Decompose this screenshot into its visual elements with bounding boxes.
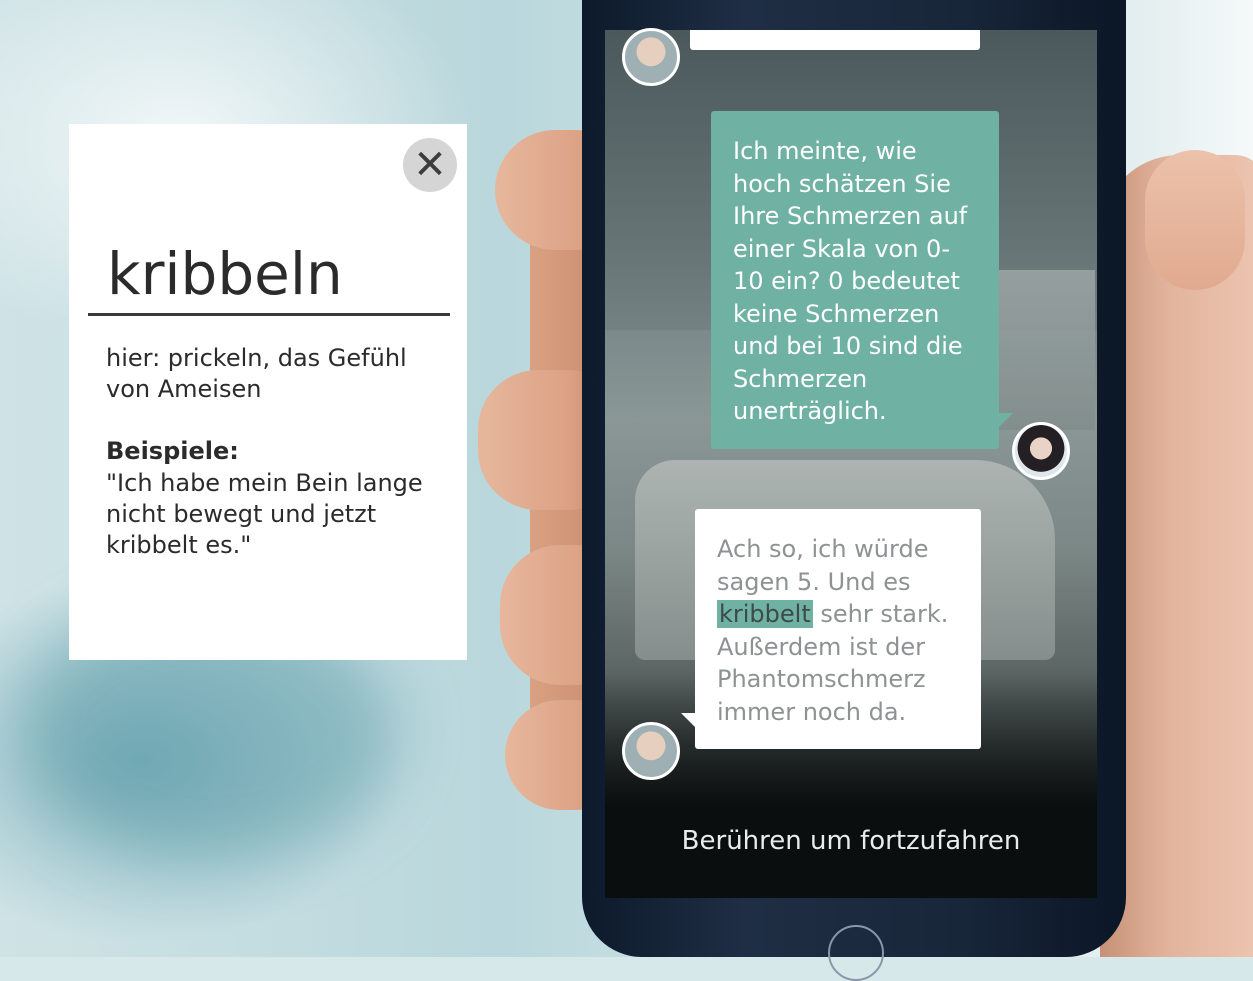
highlighted-word[interactable]: kribbelt: [717, 600, 813, 628]
close-button[interactable]: ✕: [403, 138, 457, 192]
chat-message-text: Ich meinte, wie hoch schätzen Sie Ihre S…: [733, 137, 968, 425]
close-icon: ✕: [413, 142, 447, 188]
example-text: "Ich habe mein Bein lange nicht bewegt u…: [106, 469, 423, 559]
chat-bubble-patient: Ach so, ich würde sagen 5. Und es kribbe…: [681, 509, 981, 749]
chat-bubble-nurse: Ich meinte, wie hoch schätzen Sie Ihre S…: [711, 111, 1013, 449]
examples-label: Beispiele:: [106, 437, 239, 465]
divider: [88, 313, 450, 316]
home-button[interactable]: [828, 925, 884, 981]
avatar-nurse: [1012, 422, 1070, 480]
chat-message-text: Ach so, ich würde sagen 5. Und es: [717, 535, 929, 596]
chat-bubble-previous: [690, 30, 980, 50]
continue-prompt[interactable]: Berühren um fortzufahren: [605, 826, 1097, 856]
avatar-patient: [622, 722, 680, 780]
hand-thumb: [1145, 150, 1245, 290]
avatar-patient: [622, 28, 680, 86]
dictionary-word: kribbeln: [107, 240, 343, 308]
dictionary-definition: hier: prickeln, das Gefühl von Ameisen: [106, 344, 407, 403]
